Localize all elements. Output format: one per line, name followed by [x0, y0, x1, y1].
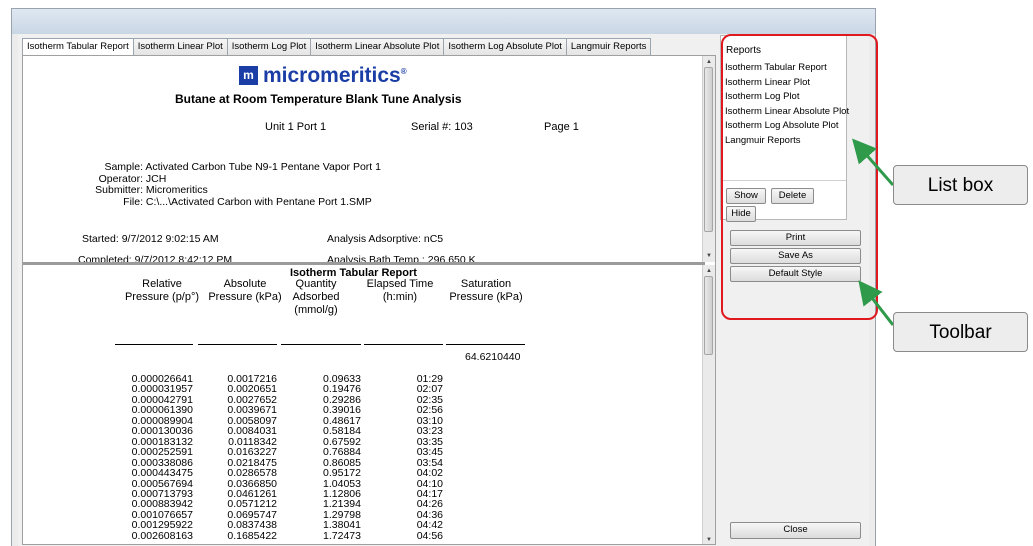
- list-box-arrow-icon: [852, 138, 895, 186]
- list-box-callout: List box: [893, 165, 1028, 205]
- annotation-arrows: [852, 138, 895, 326]
- toolbar-callout: Toolbar: [893, 312, 1028, 352]
- toolbar-arrow-icon: [858, 280, 895, 326]
